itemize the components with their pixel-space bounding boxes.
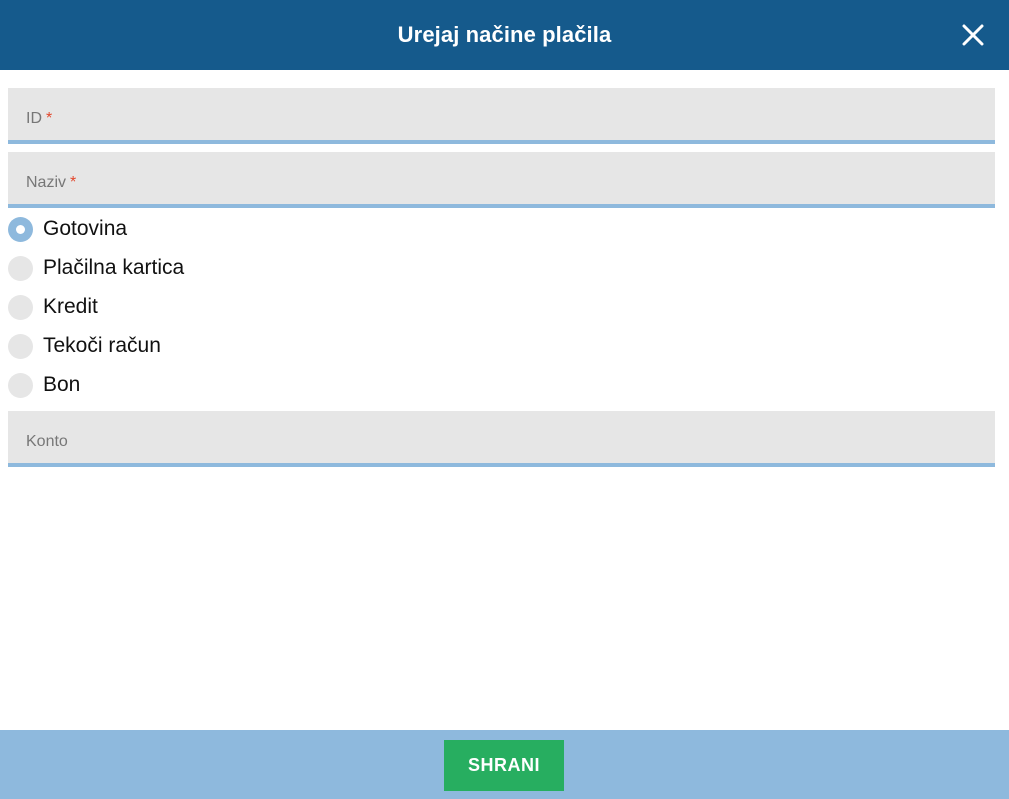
radio-label: Tekoči račun bbox=[43, 334, 161, 357]
radio-button[interactable] bbox=[8, 294, 33, 320]
radio-tekoci-racun[interactable]: Tekoči račun bbox=[8, 331, 161, 361]
id-input[interactable] bbox=[8, 88, 995, 140]
radio-button[interactable] bbox=[8, 372, 33, 398]
account-input[interactable] bbox=[8, 411, 995, 463]
radio-bon[interactable]: Bon bbox=[8, 370, 80, 400]
dialog-title: Urejaj načine plačila bbox=[397, 22, 612, 47]
radio-label: Bon bbox=[43, 373, 81, 396]
radio-kredit[interactable]: Kredit bbox=[8, 292, 98, 322]
radio-button[interactable] bbox=[8, 333, 33, 359]
account-field[interactable]: Konto bbox=[8, 411, 995, 467]
save-button[interactable]: SHRANI bbox=[444, 740, 564, 791]
id-field[interactable]: ID * bbox=[8, 88, 995, 144]
close-button[interactable] bbox=[955, 17, 991, 53]
dialog-footer: SHRANI bbox=[0, 730, 1009, 799]
radio-gotovina[interactable]: Gotovina bbox=[8, 214, 127, 244]
close-icon[interactable] bbox=[962, 24, 984, 46]
radio-button[interactable] bbox=[8, 255, 33, 281]
dialog-header: Urejaj načine plačila bbox=[0, 0, 1009, 70]
radio-label: Kredit bbox=[43, 295, 98, 318]
name-input[interactable] bbox=[8, 152, 995, 204]
name-field[interactable]: Naziv * bbox=[8, 152, 995, 208]
radio-label: Gotovina bbox=[43, 217, 128, 240]
radio-label: Plačilna kartica bbox=[43, 256, 185, 279]
radio-placilna-kartica[interactable]: Plačilna kartica bbox=[8, 253, 184, 283]
radio-button[interactable] bbox=[8, 216, 33, 242]
